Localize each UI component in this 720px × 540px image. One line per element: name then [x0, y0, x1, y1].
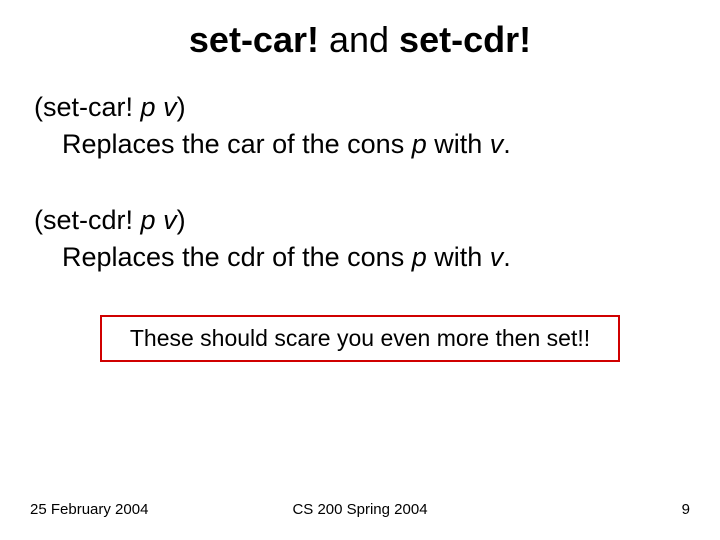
warning-box: These should scare you even more then se… — [100, 315, 620, 362]
warning-text: These should scare you even more then se… — [130, 325, 590, 351]
sig-v: v — [163, 205, 177, 235]
desc-end: . — [503, 242, 511, 272]
desc-pre: Replaces the car of the cons — [62, 129, 412, 159]
slide-content: (set-car! p v) Replaces the car of the c… — [30, 89, 690, 362]
sig-close: ) — [177, 205, 186, 235]
desc-v: v — [490, 129, 504, 159]
desc-pre: Replaces the cdr of the cons — [62, 242, 412, 272]
sig-v: v — [163, 92, 177, 122]
desc-v: v — [490, 242, 504, 272]
desc-p: p — [412, 242, 427, 272]
sig-sp — [156, 205, 164, 235]
sig-close: ) — [177, 92, 186, 122]
sig-p: p — [141, 205, 156, 235]
title-setcdr: set-cdr! — [399, 19, 531, 60]
slide-footer: 25 February 2004 CS 200 Spring 2004 9 — [0, 501, 720, 518]
setcdr-description: Replaces the cdr of the cons p with v. — [30, 239, 690, 275]
setcar-signature: (set-car! p v) — [30, 89, 690, 125]
footer-date: 25 February 2004 — [30, 501, 148, 518]
setcar-block: (set-car! p v) Replaces the car of the c… — [30, 89, 690, 162]
footer-page: 9 — [682, 501, 690, 518]
desc-end: . — [503, 129, 511, 159]
desc-p: p — [412, 129, 427, 159]
desc-with: with — [427, 129, 490, 159]
sig-open: (set-cdr! — [34, 205, 141, 235]
sig-open: (set-car! — [34, 92, 141, 122]
sig-p: p — [141, 92, 156, 122]
slide: set-car! and set-cdr! (set-car! p v) Rep… — [0, 0, 720, 540]
setcar-description: Replaces the car of the cons p with v. — [30, 126, 690, 162]
title-setcar: set-car! — [189, 19, 319, 60]
desc-with: with — [427, 242, 490, 272]
setcdr-block: (set-cdr! p v) Replaces the cdr of the c… — [30, 202, 690, 275]
title-and: and — [319, 19, 399, 60]
setcdr-signature: (set-cdr! p v) — [30, 202, 690, 238]
slide-title: set-car! and set-cdr! — [30, 18, 690, 61]
sig-sp — [156, 92, 164, 122]
